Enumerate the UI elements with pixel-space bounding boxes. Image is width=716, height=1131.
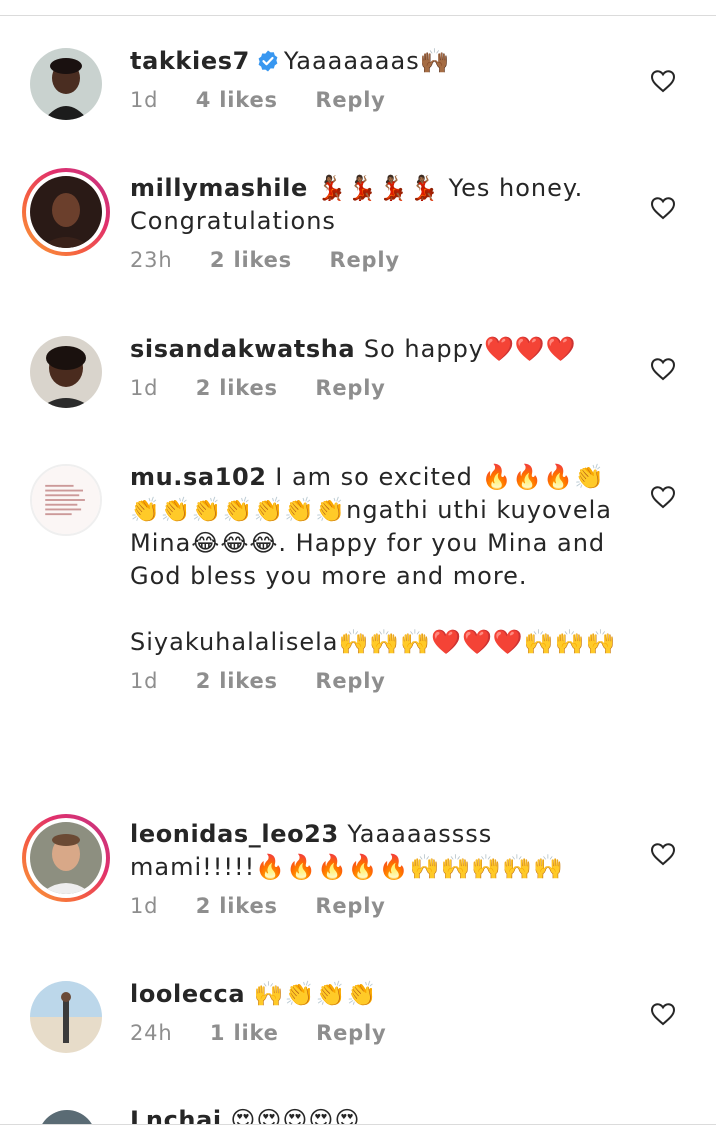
reply-button[interactable]: Reply xyxy=(329,248,399,272)
comment-likes[interactable]: 4 likes xyxy=(196,88,278,112)
like-heart-icon[interactable] xyxy=(650,69,676,93)
like-heart-icon[interactable] xyxy=(650,196,676,220)
comment-time: 1d xyxy=(130,894,159,918)
comment-likes[interactable]: 2 likes xyxy=(196,894,278,918)
comment-meta: 1d 2 likes Reply xyxy=(130,376,620,406)
comment-content: 😍😍😍😍😍 xyxy=(230,1106,361,1124)
comment-username[interactable]: takkies7 xyxy=(130,47,250,75)
like-heart-icon[interactable] xyxy=(650,485,676,509)
comment-text-block: millymashile 💃🏾💃🏾💃🏾💃🏾 Yes honey. Congrat… xyxy=(130,172,620,238)
comment-username[interactable]: loolecca xyxy=(130,980,245,1008)
comment-text-block: takkies7 Yaaaaaaas🙌🏾 xyxy=(130,45,620,78)
like-heart-icon[interactable] xyxy=(650,357,676,381)
comment-content: 🙌👏👏👏 xyxy=(253,980,378,1008)
comment-meta: 1d 2 likes Reply xyxy=(130,894,620,924)
like-heart-icon[interactable] xyxy=(650,1002,676,1026)
comment-meta: 24h 1 like Reply xyxy=(130,1021,620,1051)
comment-content: So happy❤️❤️❤️ xyxy=(363,335,577,363)
reply-button[interactable]: Reply xyxy=(315,669,385,693)
comment-text-block: Lnchai 😍😍😍😍😍 xyxy=(130,1104,360,1124)
comment-content: I am so excited 🔥🔥🔥👏👏👏👏👏👏👏👏ngathi uthi k… xyxy=(130,463,617,656)
avatar[interactable] xyxy=(30,48,102,120)
comment-likes[interactable]: 2 likes xyxy=(196,669,278,693)
comment-likes[interactable]: 2 likes xyxy=(196,376,278,400)
avatar[interactable] xyxy=(30,464,102,536)
comment-item-partial: Lnchai 😍😍😍😍😍 xyxy=(0,1098,716,1124)
verified-badge-icon xyxy=(256,49,280,73)
avatar[interactable] xyxy=(30,336,102,408)
reply-button[interactable]: Reply xyxy=(316,1021,386,1045)
comment-time: 24h xyxy=(130,1021,173,1045)
comment-text-block: loolecca 🙌👏👏👏 xyxy=(130,978,620,1011)
comment-time: 1d xyxy=(130,376,159,400)
avatar-photo xyxy=(30,336,102,408)
comment-username[interactable]: millymashile xyxy=(130,174,308,202)
avatar-photo xyxy=(32,466,100,534)
avatar-photo xyxy=(30,176,102,248)
like-heart-icon[interactable] xyxy=(650,842,676,866)
reply-button[interactable]: Reply xyxy=(315,376,385,400)
comment-time: 1d xyxy=(130,669,159,693)
comment-likes[interactable]: 2 likes xyxy=(210,248,292,272)
avatar-photo xyxy=(30,981,102,1053)
reply-button[interactable]: Reply xyxy=(315,894,385,918)
comment-text-block: leonidas_leo23 Yaaaaassss mami!!!!!🔥🔥🔥🔥🔥… xyxy=(130,818,620,884)
comment-time: 1d xyxy=(130,88,159,112)
comment-text-block: mu.sa102 I am so excited 🔥🔥🔥👏👏👏👏👏👏👏👏ngat… xyxy=(130,461,620,659)
bottom-divider xyxy=(0,1124,716,1125)
avatar-story-ring[interactable] xyxy=(22,168,110,256)
top-divider xyxy=(0,15,716,16)
avatar[interactable] xyxy=(38,1110,96,1124)
avatar-story-ring[interactable] xyxy=(22,814,110,902)
comment-text-block: sisandakwatsha So happy❤️❤️❤️ xyxy=(130,333,620,366)
comment-username[interactable]: leonidas_leo23 xyxy=(130,820,339,848)
comment-likes[interactable]: 1 like xyxy=(210,1021,279,1045)
comment-meta: 1d 4 likes Reply xyxy=(130,88,620,118)
reply-button[interactable]: Reply xyxy=(315,88,385,112)
avatar-photo xyxy=(30,48,102,120)
comment-username[interactable]: mu.sa102 xyxy=(130,463,267,491)
avatar[interactable] xyxy=(30,981,102,1053)
comment-meta: 1d 2 likes Reply xyxy=(130,669,620,699)
comment-content: Yaaaaaaas🙌🏾 xyxy=(283,47,451,75)
avatar-photo xyxy=(30,822,102,894)
comment-time: 23h xyxy=(130,248,173,272)
comment-username[interactable]: sisandakwatsha xyxy=(130,335,355,363)
comment-meta: 23h 2 likes Reply xyxy=(130,248,620,278)
comment-username[interactable]: Lnchai xyxy=(130,1106,222,1124)
